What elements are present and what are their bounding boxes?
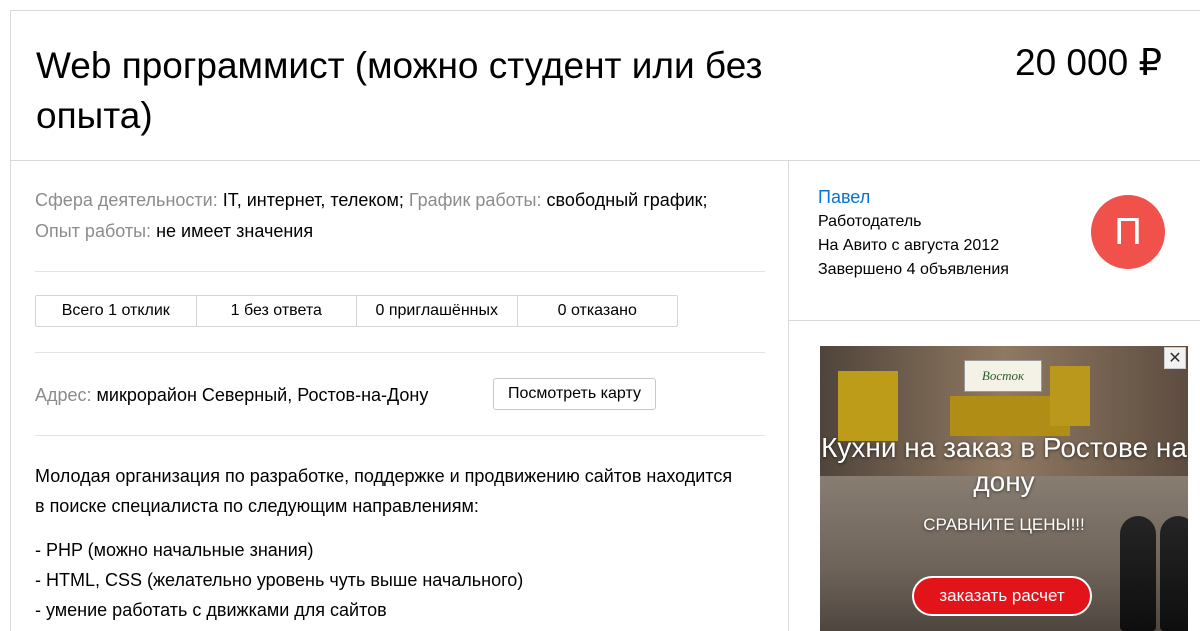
description-intro: Молодая организация по разработке, подде…	[35, 466, 733, 516]
experience-value: не имеет значения	[156, 221, 314, 241]
seller-card: Павел Работодатель На Авито с августа 20…	[789, 161, 1200, 321]
ad-subtitle: СРАВНИТЕ ЦЕНЫ!!!	[923, 515, 1085, 534]
seller-since: На Авито с августа 2012	[818, 237, 1000, 254]
schedule-label: График работы:	[408, 190, 542, 210]
list-item: - умение работать с движками для сайтов	[35, 600, 387, 620]
divider	[35, 271, 765, 272]
experience-label: Опыт работы:	[35, 221, 152, 241]
ad-banner[interactable]: Восток Кухни на заказ в Ростове на дону …	[820, 346, 1188, 631]
address-label: Адрес:	[35, 385, 92, 405]
listing-params: Сфера деятельности: IT, интернет, телеко…	[35, 185, 725, 247]
schedule-value: свободный график;	[546, 190, 708, 210]
avatar[interactable]: П	[1091, 195, 1165, 269]
listing-main: Сфера деятельности: IT, интернет, телеко…	[11, 161, 789, 631]
list-item: - PHP (можно начальные знания)	[35, 540, 314, 560]
show-map-button[interactable]: Посмотреть карту	[493, 378, 656, 410]
ad-title: Кухни на заказ в Ростове на дону	[821, 432, 1187, 497]
sphere-value: IT, интернет, телеком;	[222, 190, 404, 210]
listing-description: Молодая организация по разработке, подде…	[35, 461, 735, 625]
ad-logo: Восток	[964, 360, 1042, 392]
address-line: Адрес: микрорайон Северный, Ростов-на-До…	[35, 381, 428, 409]
ad-order-button[interactable]: заказать расчет	[912, 576, 1092, 616]
address-value: микрорайон Северный, Ростов-на-Дону	[96, 385, 429, 405]
stat-rejected: 0 отказано	[557, 302, 637, 319]
response-stats: Всего 1 отклик 1 без ответа 0 приглашённ…	[35, 295, 678, 327]
stat-unanswered: 1 без ответа	[197, 296, 357, 326]
stat-invited: 0 приглашённых	[357, 296, 518, 326]
seller-name-link[interactable]: Павел	[818, 185, 870, 209]
seller-role: Работодатель	[818, 213, 922, 230]
sphere-label: Сфера деятельности:	[35, 190, 218, 210]
list-item: - HTML, CSS (желательно уровень чуть выш…	[35, 570, 524, 590]
listing-header: Web программист (можно студент или без о…	[11, 11, 1200, 161]
close-icon[interactable]: ✕	[1164, 347, 1186, 369]
stat-total: Всего 1 отклик	[36, 296, 197, 326]
divider	[35, 352, 765, 353]
listing-title: Web программист (можно студент или без о…	[36, 45, 763, 136]
listing-price: 20 000 ₽	[1015, 42, 1162, 83]
seller-completed: Завершено 4 объявления	[818, 261, 1009, 278]
divider	[35, 435, 765, 436]
